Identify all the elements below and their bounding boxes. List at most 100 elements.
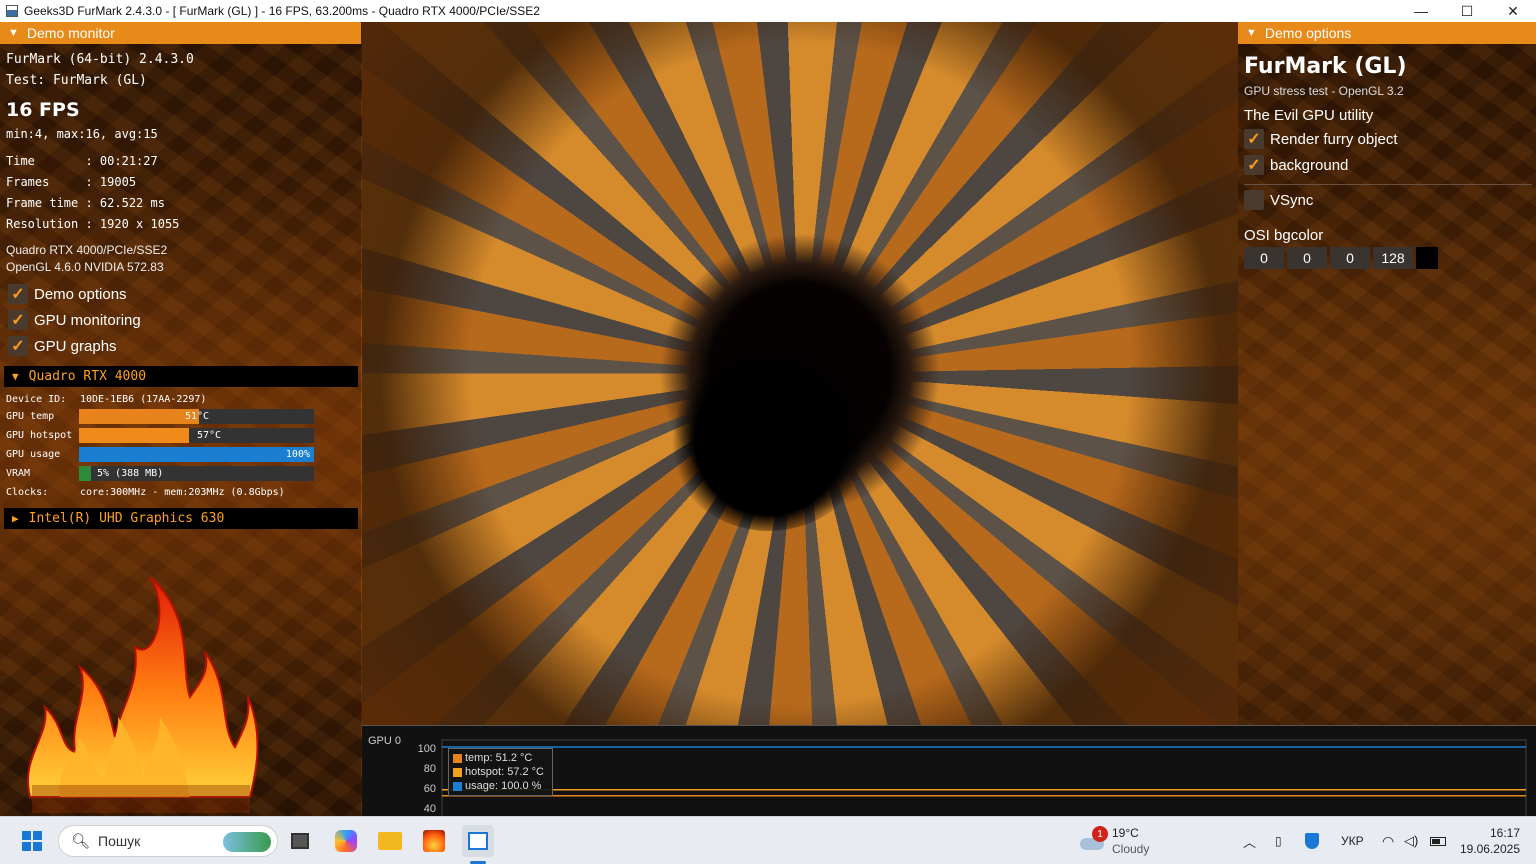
utility-text: The Evil GPU utility (1244, 107, 1374, 124)
search-placeholder: Пошук (98, 833, 141, 849)
graph-frame (441, 739, 1527, 816)
window-titlebar: Geeks3D FurMark 2.4.3.0 - [ FurMark (GL)… (0, 0, 1536, 22)
vram-row: VRAM 5% (388 MB) (6, 466, 314, 481)
weather-desc: Cloudy (1112, 842, 1150, 856)
clock-date: 19.06.2025 (1459, 842, 1520, 856)
task-view-button[interactable] (284, 825, 316, 857)
gpu1-name: Intel(R) UHD Graphics 630 (28, 511, 225, 526)
gpu-graphs-checkbox[interactable]: ✓ GPU graphs (8, 336, 117, 356)
graph-label: GPU 0 (368, 735, 401, 747)
gpu-graph: GPU 0 100 80 60 40 temp: 51.2 °C hotspot… (362, 725, 1536, 816)
search-icon: 🔍︎ (71, 833, 91, 850)
check-icon: ✓ (1244, 129, 1264, 149)
demo-options-label: Demo options (34, 285, 127, 303)
check-icon: ✓ (8, 310, 28, 330)
osi-alpha-input[interactable]: 128 (1373, 247, 1413, 269)
copilot-icon (335, 830, 357, 852)
collapsed-triangle-icon: ▶ (12, 512, 19, 525)
clocks-row: Clocks: core:300MHz - mem:203MHz (0.8Gbp… (6, 485, 314, 500)
gpu1-header[interactable]: ▶ Intel(R) UHD Graphics 630 (4, 508, 358, 529)
demo-options-checkbox[interactable]: ✓ Demo options (8, 284, 127, 304)
check-icon: ✓ (8, 284, 28, 304)
folder-icon (378, 832, 402, 850)
clock[interactable]: 16:17 19.06.2025 (1459, 817, 1520, 864)
gpu-usage-label: GPU usage (6, 449, 61, 460)
renderer-name: Quadro RTX 4000/PCIe/SSE2 (6, 243, 168, 257)
demo-monitor-panel: ▼ Demo monitor FurMark (64-bit) 2.4.3.0 … (0, 22, 361, 816)
fps-stats: min:4, max:16, avg:15 (6, 127, 158, 141)
copilot-button[interactable] (330, 825, 362, 857)
battery-icon[interactable] (1430, 817, 1446, 864)
gpu-temp-bar: 51°C (79, 409, 314, 424)
cloud-icon: 1 (1080, 826, 1108, 850)
gpu0-name: Quadro RTX 4000 (28, 369, 147, 384)
weather-widget[interactable]: 1 19°C Cloudy (1080, 817, 1149, 864)
language-indicator[interactable]: УКР (1341, 817, 1364, 864)
tray-overflow-chevron-icon[interactable]: ︿ (1243, 817, 1256, 864)
render-furry-checkbox[interactable]: ✓ Render furry object (1244, 129, 1398, 149)
usb-icon[interactable]: ▯ (1275, 817, 1282, 864)
file-explorer-button[interactable] (374, 825, 406, 857)
demo-title: FurMark (GL) (1244, 54, 1407, 79)
close-button[interactable]: ✕ (1490, 0, 1536, 22)
background-checkbox[interactable]: ✓ background (1244, 155, 1348, 175)
vsync-checkbox[interactable]: VSync (1244, 190, 1313, 210)
volume-icon[interactable]: ◁) (1404, 817, 1418, 864)
gpu-monitoring-label: GPU monitoring (34, 311, 141, 329)
fur-render-view (362, 22, 1238, 725)
gpu-hotspot-value: 57°C (197, 430, 222, 441)
time-line: Time : 00:21:27 (6, 154, 158, 168)
expand-triangle-icon: ▼ (12, 370, 19, 383)
osi-red-input[interactable]: 0 (1244, 247, 1284, 269)
graph-legend: temp: 51.2 °C hotspot: 57.2 °C usage: 10… (448, 748, 553, 796)
app-icon (6, 5, 18, 17)
furmark-app: ▼ Demo monitor FurMark (64-bit) 2.4.3.0 … (0, 22, 1536, 816)
legend-temp: temp: 51.2 °C (453, 751, 548, 765)
furmark-flame-icon (423, 830, 445, 852)
gpu0-header[interactable]: ▼ Quadro RTX 4000 (4, 366, 358, 387)
gpu-temp-label: GPU temp (6, 411, 55, 422)
weather-badge: 1 (1092, 826, 1108, 842)
vram-bar: 5% (388 MB) (79, 466, 314, 481)
device-id-value: 10DE-1EB6 (17AA-2297) (80, 394, 207, 405)
defender-shield-icon[interactable] (1305, 817, 1319, 864)
gpu-usage-row: GPU usage 100% (6, 447, 314, 462)
legend-usage: usage: 100.0 % (453, 779, 548, 793)
taskbar: 🔍︎ Пошук 1 19°C Cloudy ︿ ▯ УКР ◠ ◁) 16:1… (0, 816, 1536, 864)
resolution-line: Resolution : 1920 x 1055 (6, 217, 180, 231)
search-input[interactable]: 🔍︎ Пошук (58, 825, 278, 857)
furmark-window-button[interactable] (462, 825, 494, 857)
divider (1244, 184, 1532, 185)
gpu-hotspot-label: GPU hotspot (6, 430, 73, 441)
background-label: background (1270, 156, 1349, 174)
frames-line: Frames : 19005 (6, 175, 137, 189)
start-button[interactable] (16, 825, 48, 857)
osi-color-swatch[interactable] (1416, 247, 1438, 269)
demo-options-header[interactable]: ▼ Demo options (1238, 22, 1536, 44)
furmark-taskbar-button[interactable] (418, 825, 450, 857)
collapse-triangle-icon: ▼ (8, 27, 19, 39)
ytick-40: 40 (424, 803, 436, 815)
demo-monitor-header[interactable]: ▼ Demo monitor (0, 22, 361, 44)
minimize-button[interactable]: — (1398, 0, 1444, 22)
gpu-temp-value: 51°C (185, 411, 210, 422)
gpu-temp-row: GPU temp 51°C (6, 409, 314, 424)
clocks-value: core:300MHz - mem:203MHz (0.8Gbps) (80, 487, 285, 498)
legend-hotspot: hotspot: 57.2 °C (453, 765, 548, 779)
app-window-icon (468, 832, 488, 850)
gpu-monitoring-checkbox[interactable]: ✓ GPU monitoring (8, 310, 141, 330)
check-icon: ✓ (8, 336, 28, 356)
osi-green-input[interactable]: 0 (1287, 247, 1327, 269)
osi-blue-input[interactable]: 0 (1330, 247, 1370, 269)
osi-bgcolor-label: OSI bgcolor (1244, 227, 1324, 244)
legend-temp-text: temp: 51.2 °C (465, 752, 533, 764)
demo-monitor-title: Demo monitor (26, 25, 115, 41)
collapse-triangle-icon: ▼ (1246, 27, 1257, 39)
demo-options-panel: ▼ Demo options FurMark (GL) GPU stress t… (1238, 22, 1536, 725)
ytick-80: 80 (424, 763, 436, 775)
wifi-icon[interactable]: ◠ (1382, 817, 1394, 864)
maximize-button[interactable]: ☐ (1444, 0, 1490, 22)
vram-label: VRAM (6, 468, 31, 479)
vram-value: 5% (388 MB) (97, 468, 164, 479)
legend-swatch (453, 767, 462, 777)
